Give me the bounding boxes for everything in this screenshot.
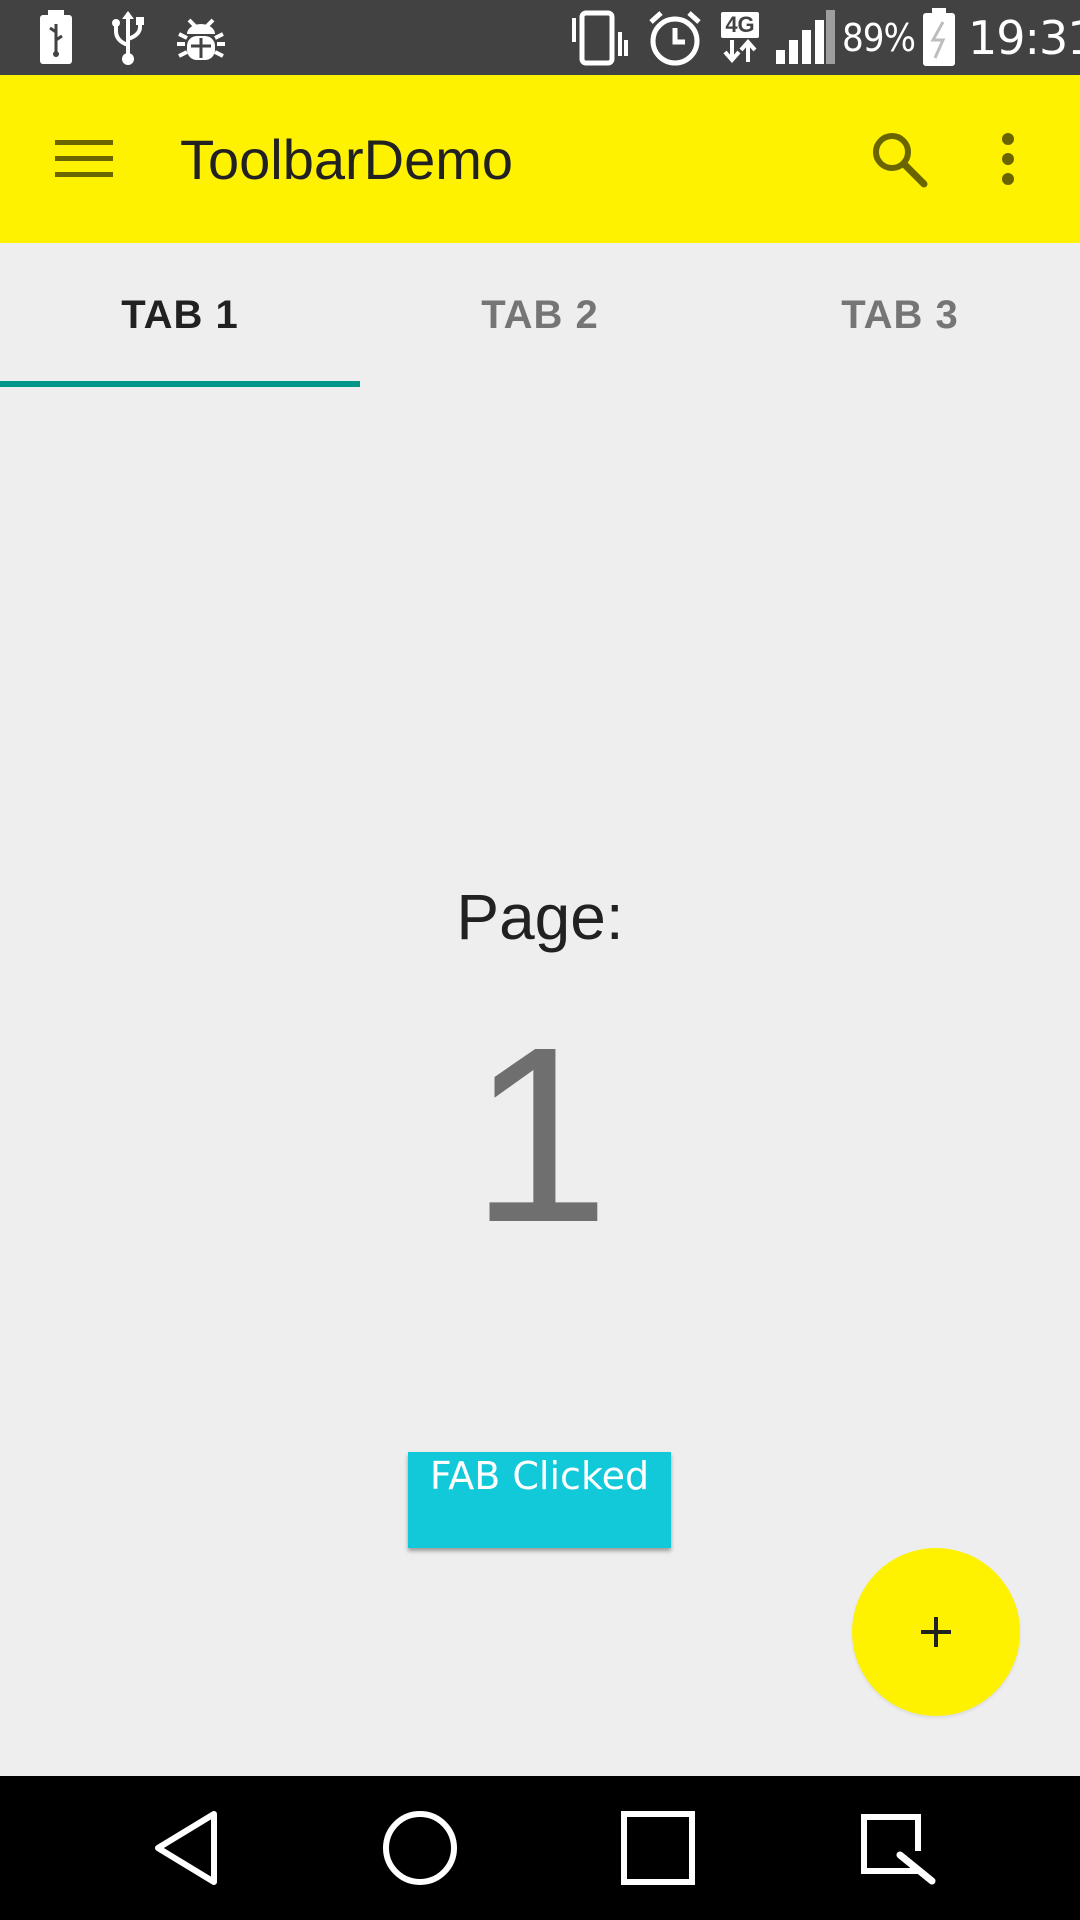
toast-message: FAB Clicked — [408, 1452, 671, 1548]
network-type-label: 4G — [721, 11, 759, 38]
overflow-menu-button[interactable] — [968, 75, 1048, 243]
toast-text: FAB Clicked — [429, 1454, 650, 1498]
home-icon — [383, 1811, 457, 1885]
debug-bug-icon — [174, 0, 228, 75]
navigation-bar — [0, 1776, 1080, 1920]
app-toolbar: ToolbarDemo — [0, 75, 1080, 243]
toolbar-title: ToolbarDemo — [180, 127, 514, 191]
back-icon — [155, 1811, 217, 1885]
page-label: Page: — [456, 881, 624, 953]
status-clock: 19:31 — [968, 10, 1080, 65]
back-button[interactable] — [106, 1776, 266, 1920]
status-bar: 4G 89% 19:31 — [0, 0, 1080, 75]
tab-2[interactable]: TAB 2 — [360, 243, 720, 387]
usb-icon — [104, 0, 152, 75]
signal-icon — [772, 0, 838, 75]
battery-percent: 89% — [842, 15, 916, 60]
battery-charging-icon — [34, 0, 78, 75]
tab-3[interactable]: TAB 3 — [720, 243, 1080, 387]
screen-capture-button[interactable] — [818, 1776, 978, 1920]
home-button[interactable] — [340, 1776, 500, 1920]
recents-button[interactable] — [578, 1776, 738, 1920]
tab-bar: TAB 1 TAB 2 TAB 3 — [0, 243, 1080, 387]
recents-icon — [621, 1811, 695, 1885]
menu-button[interactable] — [28, 75, 140, 243]
screen-capture-icon — [861, 1814, 936, 1885]
battery-icon — [918, 0, 960, 75]
menu-icon — [55, 140, 113, 177]
network-4g-icon: 4G — [716, 0, 764, 75]
page-number: 1 — [470, 995, 610, 1274]
alarm-icon — [644, 0, 706, 75]
tab-indicator — [0, 381, 360, 387]
plus-icon — [921, 1617, 951, 1647]
search-icon — [873, 133, 928, 188]
overflow-menu-icon — [1002, 133, 1014, 185]
search-button[interactable] — [846, 75, 952, 243]
vibrate-icon — [566, 0, 632, 75]
add-fab-button[interactable] — [852, 1548, 1020, 1716]
tab-1[interactable]: TAB 1 — [0, 243, 360, 387]
